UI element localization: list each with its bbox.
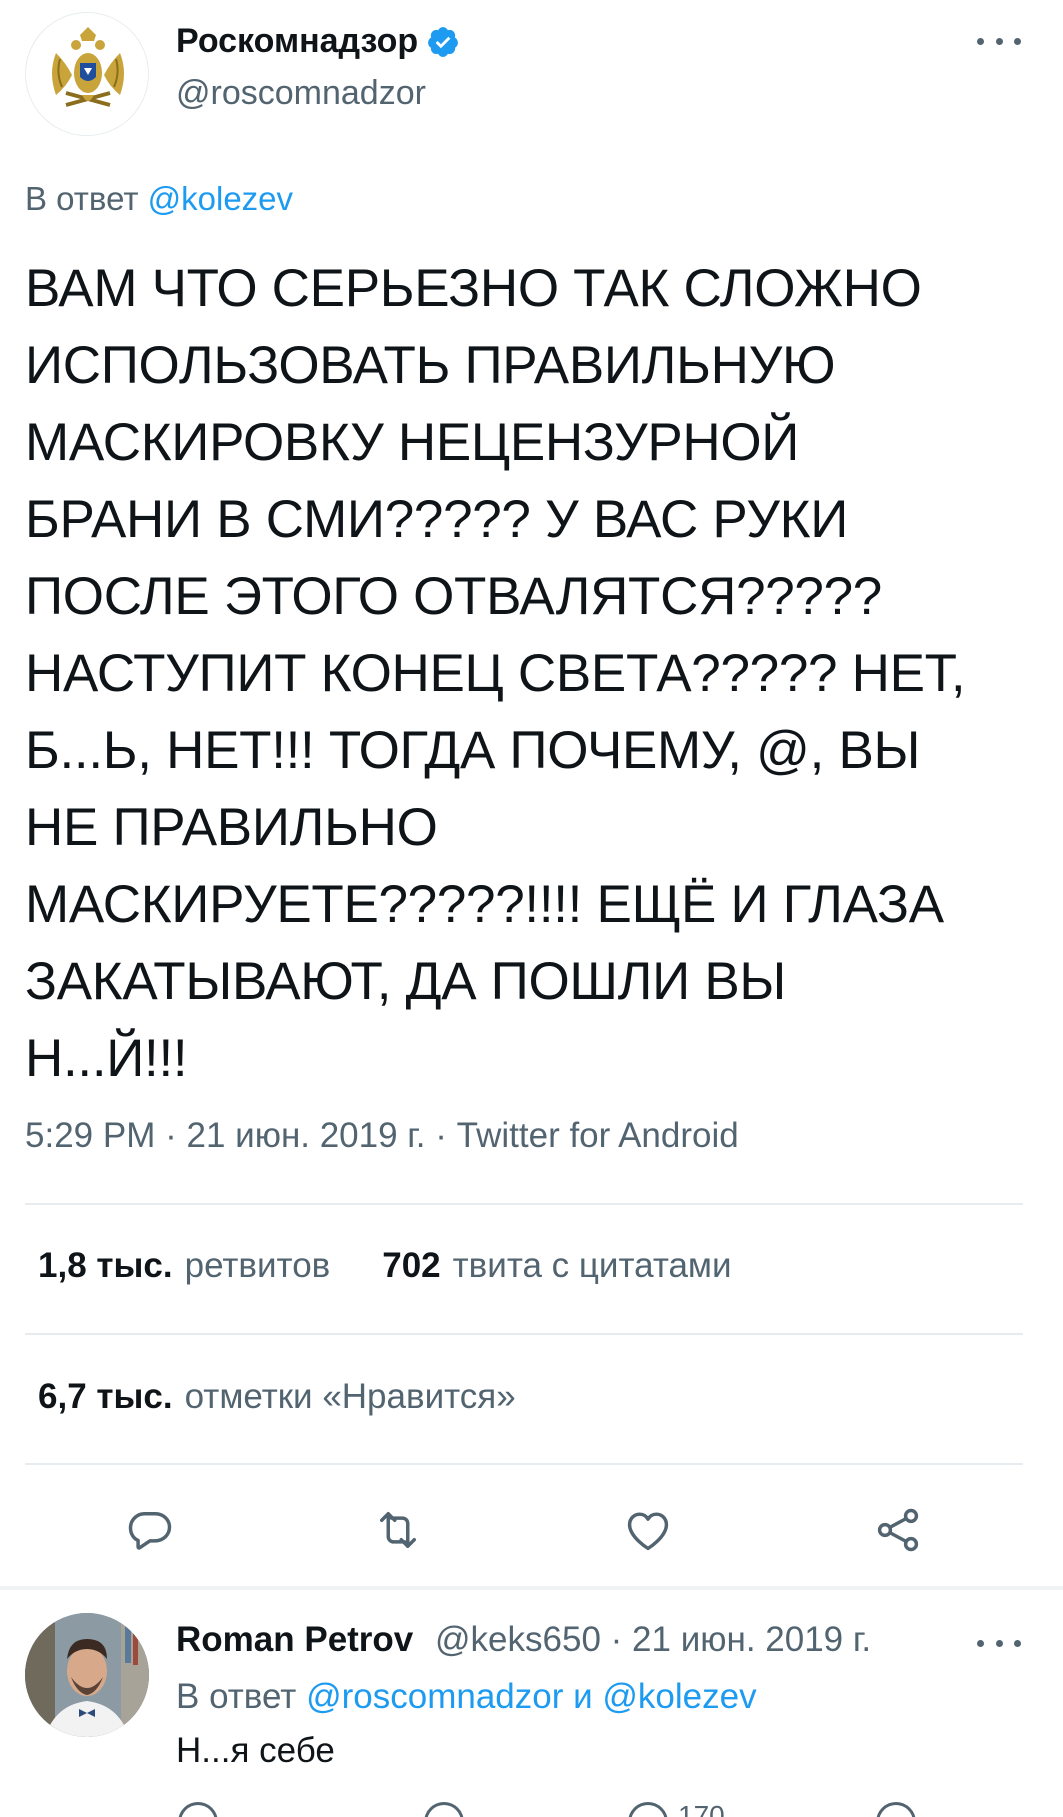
heart-icon [627, 1512, 669, 1551]
heart-icon[interactable] [628, 1802, 668, 1817]
author-name-text: Роскомнадзор [176, 22, 419, 60]
reply-date[interactable]: 21 июн. 2019 г. [632, 1620, 871, 1659]
dot [977, 1639, 984, 1647]
retweet-icon [380, 1512, 416, 1548]
likes-label: отметки «Нравится» [184, 1377, 516, 1416]
reply-to-handle-link[interactable]: @kolezev [148, 180, 293, 217]
like-button[interactable] [618, 1500, 678, 1560]
dot [1014, 37, 1021, 45]
reply-author-avatar[interactable] [25, 1613, 149, 1737]
user-photo-icon [25, 1613, 149, 1737]
reply-and-text: и [573, 1677, 593, 1716]
reply-button[interactable] [120, 1500, 180, 1560]
reply-to-prefix: В ответ [25, 180, 139, 217]
more-options-icon[interactable] [977, 26, 1021, 56]
tweet-meta: 5:29 PM · 21 июн. 2019 г. · Twitter for … [25, 1116, 739, 1156]
reply-to-line: В ответ @kolezev [25, 180, 293, 218]
quotes-stat[interactable]: 702 твита с цитатами [382, 1246, 783, 1286]
tweet-text: ВАМ ЧТО СЕРЬЕЗНО ТАК СЛОЖНО ИСПОЛЬЗОВАТЬ… [25, 259, 966, 1088]
meta-separator: · [435, 1116, 457, 1155]
retweets-label: ретвитов [184, 1246, 331, 1285]
roskomnadzor-emblem-icon [26, 13, 148, 135]
divider [25, 1463, 1023, 1465]
dot [995, 1639, 1003, 1647]
reply-header: Roman Petrov @keks650 · 21 июн. 2019 г. [176, 1620, 871, 1660]
retweet-button[interactable] [368, 1500, 428, 1560]
retweets-count: 1,8 тыс. [38, 1246, 173, 1285]
section-divider [0, 1586, 1063, 1590]
meta-separator: · [165, 1116, 187, 1155]
meta-separator: · [610, 1620, 633, 1659]
author-avatar[interactable] [25, 12, 149, 136]
reply-handle-link-1[interactable]: @roscomnadzor [306, 1677, 563, 1716]
reply-action-bar-partial: 170 [176, 1802, 1036, 1817]
comment-icon [128, 1512, 172, 1550]
likes-count: 6,7 тыс. [38, 1377, 173, 1416]
tweet-time[interactable]: 5:29 PM [25, 1116, 155, 1155]
quotes-label: твита с цитатами [452, 1246, 732, 1285]
stats-row-retweets: 1,8 тыс. ретвитов 702 твита с цитатами [38, 1246, 784, 1286]
author-name[interactable]: Роскомнадзор [176, 22, 460, 61]
reply-more-options-icon[interactable] [977, 1628, 1021, 1658]
share-icon [877, 1508, 919, 1552]
reply-like-count: 170 [678, 1800, 725, 1817]
retweet-icon[interactable] [424, 1802, 464, 1817]
verified-badge-icon [428, 26, 459, 57]
quotes-count: 702 [382, 1246, 441, 1285]
tweet-source[interactable]: Twitter for Android [457, 1116, 739, 1155]
reply-handle-link-2[interactable]: @kolezev [602, 1677, 756, 1716]
share-icon[interactable] [876, 1802, 916, 1817]
reply-text: Н...я себе [176, 1731, 335, 1770]
reply-replying-to: В ответ @roscomnadzor и @kolezev [176, 1677, 757, 1717]
share-button[interactable] [868, 1500, 928, 1560]
retweets-stat[interactable]: 1,8 тыс. ретвитов [38, 1246, 382, 1286]
likes-stat[interactable]: 6,7 тыс. отметки «Нравится» [38, 1377, 568, 1417]
reply-author-name[interactable]: Roman Petrov [176, 1620, 413, 1659]
stats-row-likes: 6,7 тыс. отметки «Нравится» [38, 1377, 568, 1417]
divider [25, 1203, 1023, 1205]
comment-icon[interactable] [178, 1802, 218, 1817]
tweet-action-bar [0, 1500, 1063, 1560]
tweet-date[interactable]: 21 июн. 2019 г. [186, 1116, 425, 1155]
dot [977, 37, 984, 45]
divider [25, 1333, 1023, 1335]
dot [995, 37, 1003, 45]
reply-replying-prefix: В ответ [176, 1677, 297, 1716]
dot [1014, 1639, 1021, 1647]
reply-author-handle[interactable]: @keks650 [435, 1620, 601, 1659]
author-handle[interactable]: @roscomnadzor [176, 74, 426, 113]
